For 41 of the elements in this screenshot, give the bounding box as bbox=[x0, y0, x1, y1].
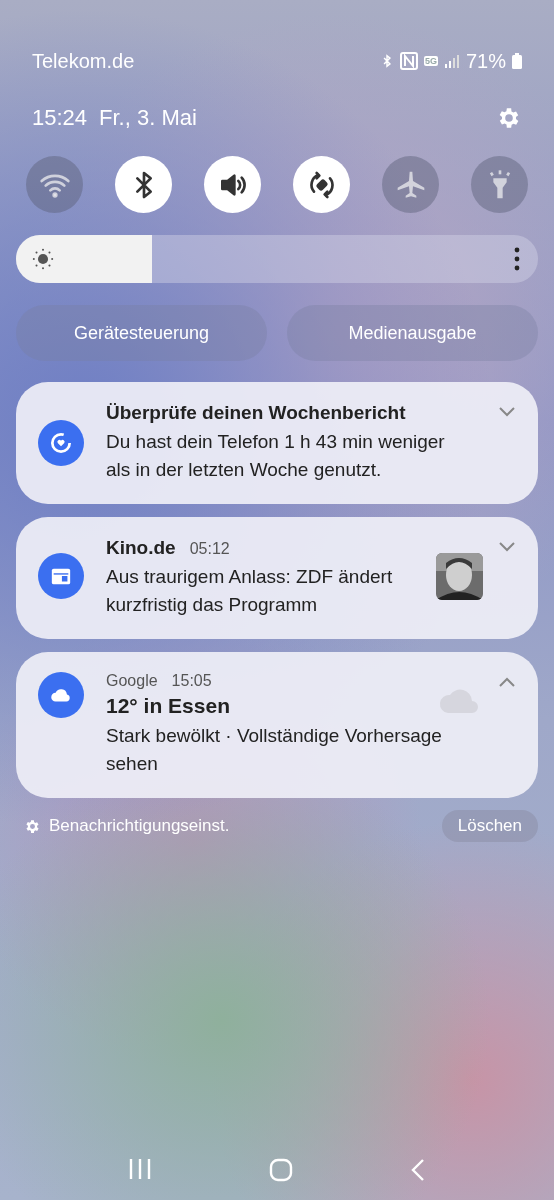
notification-text: Aus traurigem Anlass: ZDF ändert kurzfristig das Programm bbox=[106, 565, 394, 617]
panel-button[interactable]: Gerätesteuerung bbox=[16, 305, 267, 361]
expand-icon[interactable] bbox=[498, 406, 516, 418]
notification-time: 05:12 bbox=[189, 540, 230, 558]
sun-icon bbox=[32, 248, 54, 270]
clear-button[interactable]: Löschen bbox=[441, 810, 538, 842]
nfc-icon bbox=[399, 52, 418, 70]
notification-title: 12° in Essen bbox=[106, 694, 230, 718]
more-icon[interactable] bbox=[514, 247, 520, 271]
notification-card[interactable]: Kino.de 05:12 Aus traurigem Anlass: ZDF ändert kurzfristig das Programm bbox=[16, 517, 538, 639]
quick-toggle[interactable] bbox=[382, 156, 439, 213]
quick-toggle[interactable] bbox=[293, 156, 350, 213]
settings-icon[interactable] bbox=[24, 817, 41, 835]
network-type: 5G bbox=[423, 56, 438, 66]
signal-icon bbox=[443, 53, 460, 69]
notification-card[interactable]: Google 15:05 12° in Essen Stark bewölkt · Vollständige Vorhersage sehen bbox=[16, 652, 538, 798]
collapse-icon[interactable] bbox=[498, 676, 516, 688]
clock-time: 15:24 bbox=[32, 105, 88, 131]
notification-card[interactable]: Überprüfe deinen Wochenbericht Du hast dein Telefon 1 h 43 min weniger als in der letzten Woche genutzt. bbox=[16, 382, 538, 504]
notification-text: Stark bewölkt · Vollständige Vorhersage sehen bbox=[106, 724, 443, 776]
brightness-slider[interactable] bbox=[16, 235, 538, 283]
app-name: Kino.de bbox=[106, 537, 176, 559]
quick-toggle[interactable] bbox=[471, 156, 528, 213]
notification-time: 15:05 bbox=[171, 672, 212, 690]
carrier-name: Telekom.de bbox=[32, 49, 135, 73]
home-icon[interactable] bbox=[269, 1158, 293, 1182]
panel-button[interactable]: Medienausgabe bbox=[287, 305, 538, 361]
notification-title: Überprüfe deinen Wochenbericht bbox=[106, 402, 406, 424]
notification-text: Du hast dein Telefon 1 h 43 min weniger als in der letzten Woche genutzt. bbox=[106, 430, 446, 482]
quick-toggle[interactable] bbox=[204, 156, 261, 213]
notification-settings-link[interactable]: Benachrichtigungseinst. bbox=[49, 816, 230, 836]
date-text: Fr., 3. Mai bbox=[99, 105, 197, 131]
heart-ring-icon bbox=[48, 430, 74, 456]
battery-icon bbox=[512, 53, 522, 69]
quick-toggle[interactable] bbox=[26, 156, 83, 213]
app-name: Google bbox=[106, 672, 158, 690]
back-icon[interactable] bbox=[409, 1158, 426, 1182]
expand-icon[interactable] bbox=[498, 541, 516, 553]
recent-apps-icon[interactable] bbox=[128, 1158, 153, 1180]
quick-toggle[interactable] bbox=[115, 156, 172, 213]
battery-percent: 71% bbox=[465, 49, 506, 73]
